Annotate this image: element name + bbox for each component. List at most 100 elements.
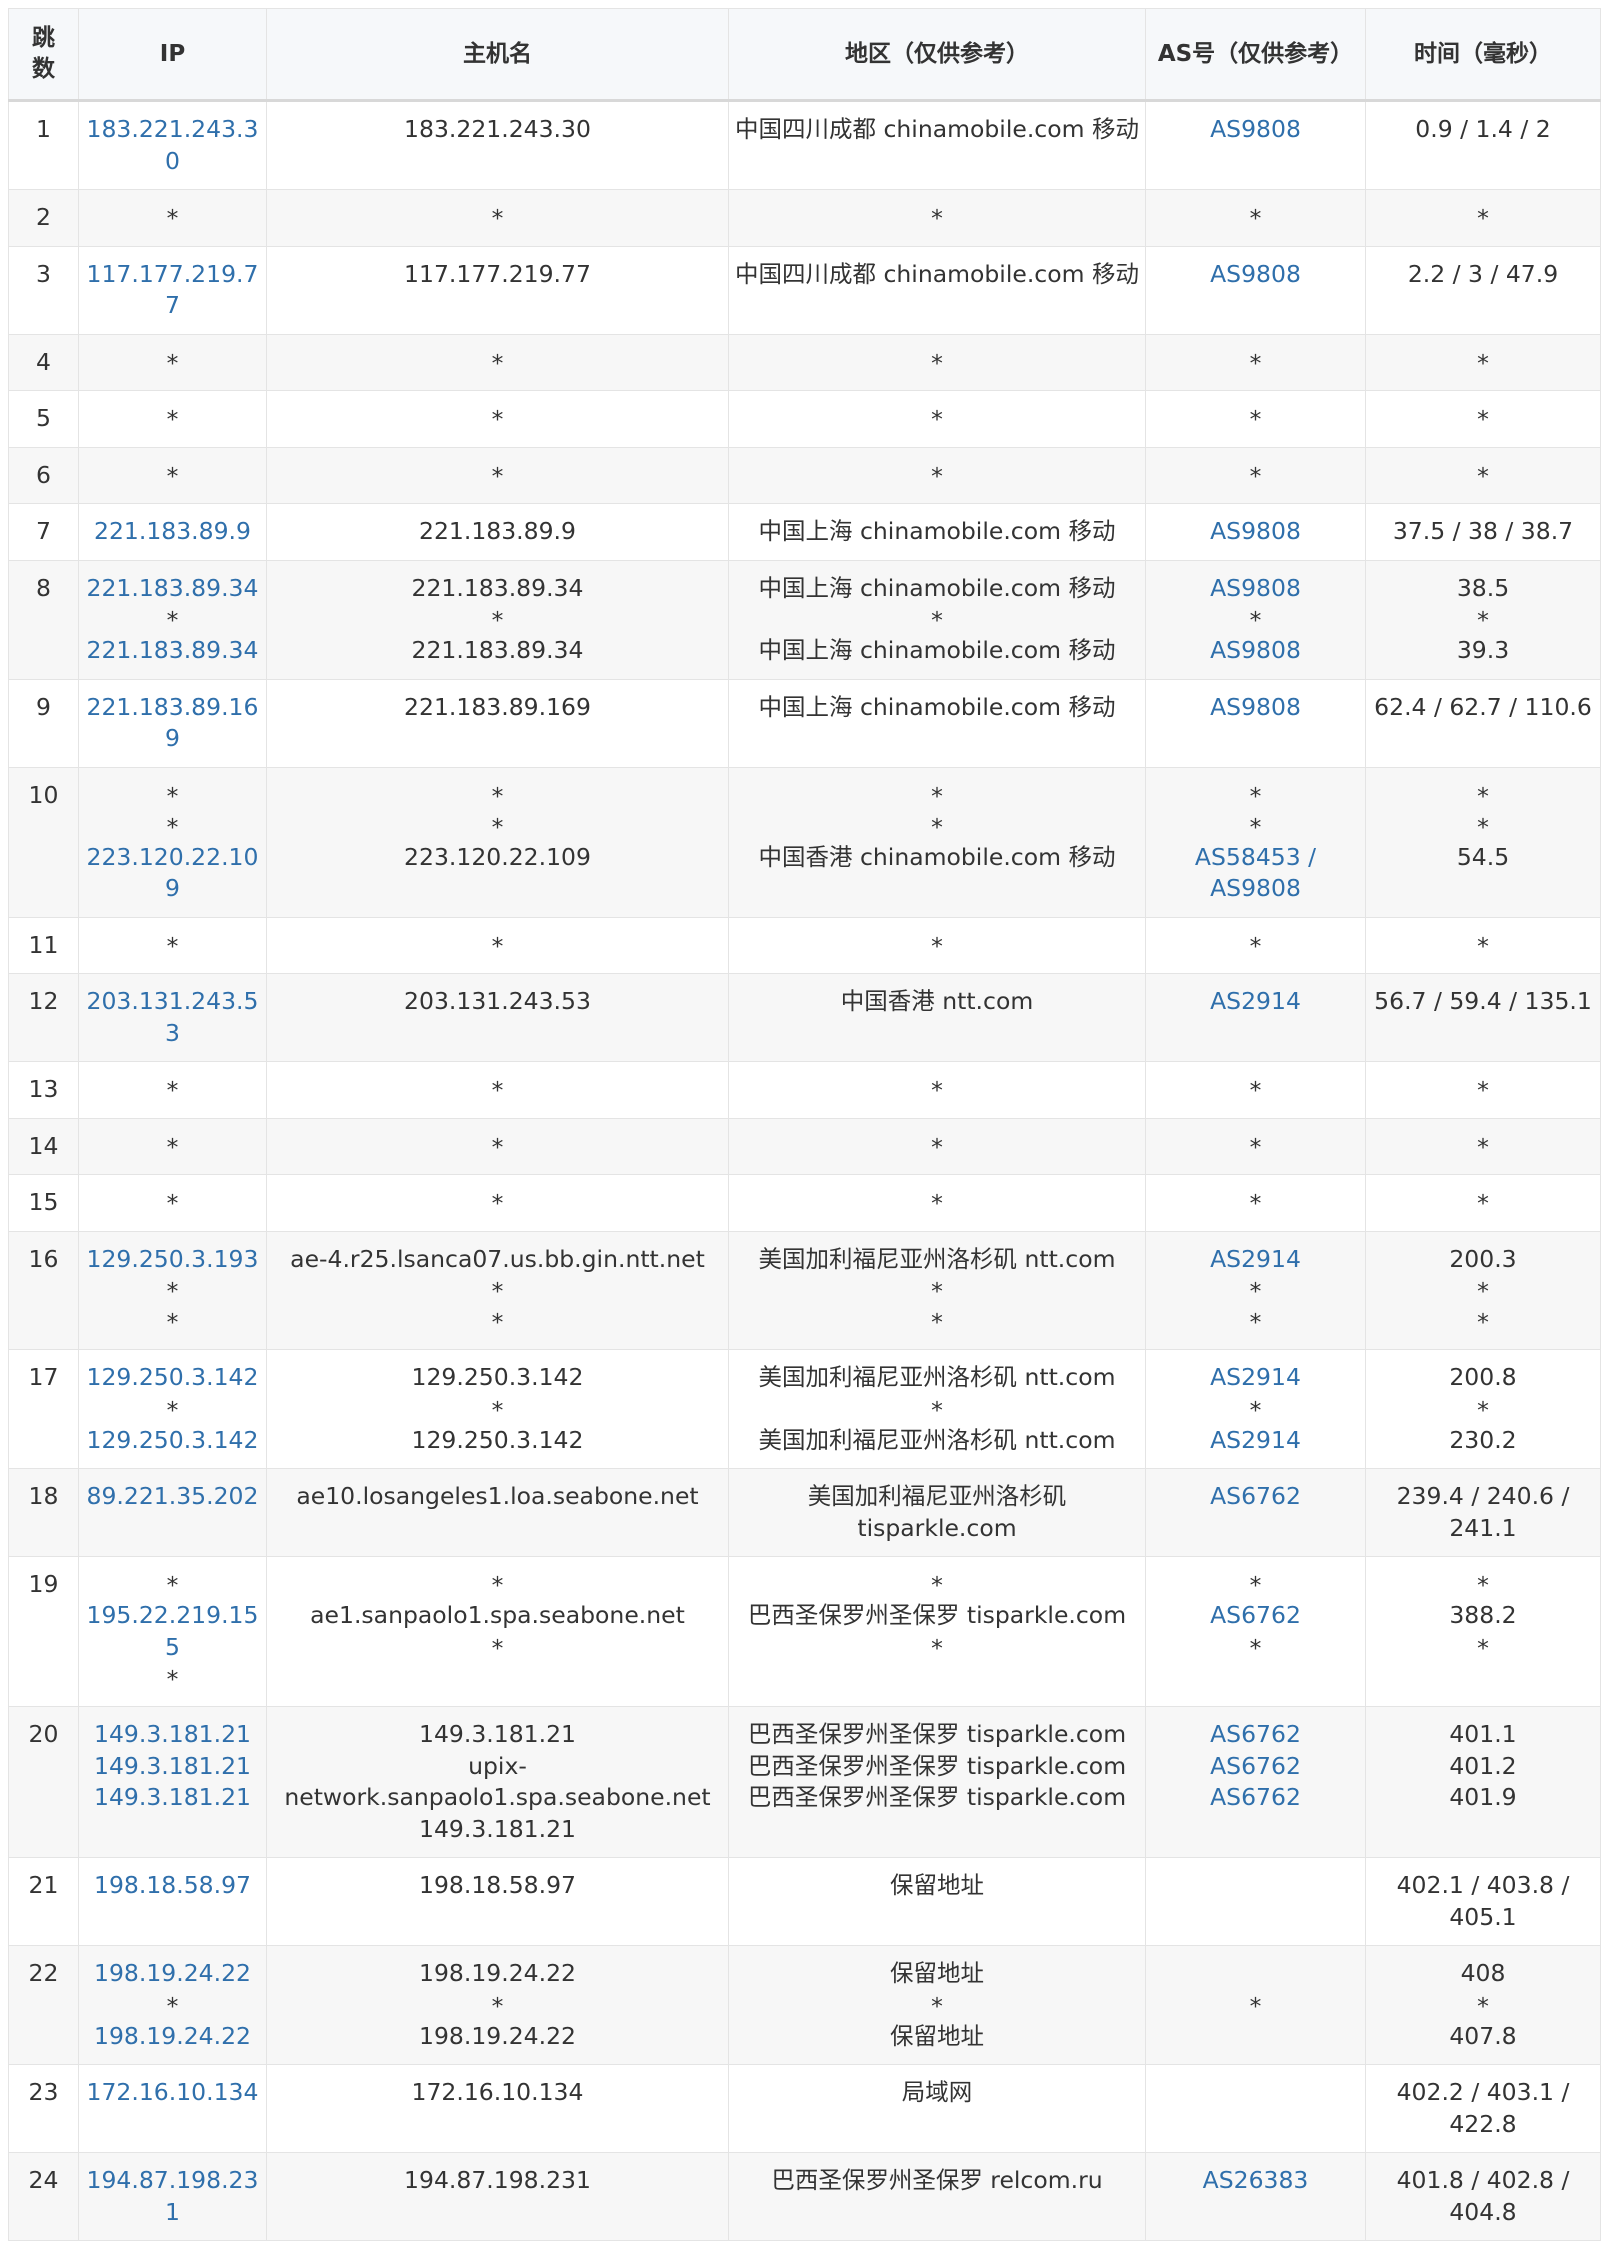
as-number-link[interactable]: AS6762 bbox=[1150, 1600, 1361, 1632]
as-number-link[interactable]: AS6762 bbox=[1150, 1719, 1361, 1751]
ip-address-link[interactable]: 129.250.3.142 bbox=[83, 1425, 262, 1457]
hop-cell: 18 bbox=[8, 1468, 79, 1557]
ip-address-link[interactable]: 221.183.89.34 bbox=[83, 573, 262, 605]
as-number-link[interactable]: AS9808 bbox=[1150, 692, 1361, 724]
as-number-cell: * bbox=[1145, 1117, 1366, 1175]
hostname-cell: ae-4.r25.lsanca07.us.bb.gin.ntt.net * * bbox=[266, 1230, 729, 1350]
as-number-link[interactable]: AS9808 bbox=[1150, 573, 1361, 605]
hostname-text: upix-network.sanpaolo1.spa.seabone.net bbox=[284, 1751, 711, 1812]
ip-address-cell: 221.183.89.169 bbox=[78, 678, 267, 768]
ip-address-link[interactable]: 149.3.181.21 bbox=[83, 1719, 262, 1751]
hop-number: 5 bbox=[36, 404, 51, 432]
hop-number: 3 bbox=[36, 259, 51, 288]
ip-address-link[interactable]: 198.18.58.97 bbox=[83, 1870, 262, 1902]
as-number-link[interactable]: AS6762 bbox=[1150, 1751, 1361, 1783]
as-number-text: * bbox=[1249, 1189, 1262, 1217]
hostname-text: ae1.sanpaolo1.spa.seabone.net bbox=[310, 1601, 685, 1629]
as-number-cell: AS26383 bbox=[1145, 2152, 1366, 2241]
ip-address-link[interactable]: 223.120.22.109 bbox=[83, 842, 262, 905]
ip-address-link[interactable]: 198.19.24.22 bbox=[83, 2021, 262, 2053]
ip-address-link[interactable]: 129.250.3.142 bbox=[83, 1362, 262, 1394]
latency-text: * bbox=[1477, 461, 1489, 490]
hop-cell: 1 bbox=[8, 100, 79, 190]
as-number-link[interactable]: AS2914 bbox=[1150, 986, 1361, 1018]
hostname-cell: 117.177.219.77 bbox=[266, 245, 729, 335]
ip-address-link[interactable]: 221.183.89.9 bbox=[83, 516, 262, 548]
ip-address-text: * bbox=[166, 1395, 179, 1424]
as-number-link[interactable]: AS2914 bbox=[1150, 1362, 1361, 1394]
latency-cell: 200.3 * * bbox=[1365, 1230, 1601, 1350]
as-number-link[interactable]: AS9808 bbox=[1150, 635, 1361, 667]
latency-text: * bbox=[1477, 405, 1489, 433]
hostname-cell: * bbox=[266, 189, 729, 247]
latency-cell: 401.1 401.2 401.9 bbox=[1365, 1706, 1601, 1858]
ip-address-cell: 149.3.181.21 149.3.181.21 149.3.181.21 bbox=[78, 1706, 267, 1858]
ip-address-cell: 194.87.198.231 bbox=[78, 2152, 267, 2241]
as-number-link[interactable]: AS58453 / AS9808 bbox=[1150, 842, 1361, 905]
hop-cell: 20 bbox=[8, 1706, 79, 1858]
ip-address-cell: * bbox=[78, 189, 267, 247]
hop-number: 2 bbox=[36, 203, 51, 231]
ip-address-link[interactable]: 183.221.243.30 bbox=[83, 114, 262, 177]
hostname-text: 203.131.243.53 bbox=[404, 987, 591, 1015]
region-text: * bbox=[931, 405, 943, 433]
hostname-text: * bbox=[491, 348, 504, 377]
latency-cell: * bbox=[1365, 390, 1601, 448]
hop-cell: 11 bbox=[8, 916, 79, 974]
ip-address-link[interactable]: 117.177.219.77 bbox=[83, 259, 262, 322]
hop-number: 17 bbox=[28, 1363, 59, 1391]
as-number-link[interactable]: AS9808 bbox=[1150, 114, 1361, 146]
hop-number: 6 bbox=[36, 460, 51, 489]
ip-address-link[interactable]: 221.183.89.169 bbox=[83, 692, 262, 755]
as-number-link[interactable]: AS26383 bbox=[1150, 2165, 1361, 2197]
as-number-cell: * bbox=[1145, 1061, 1366, 1119]
hostname-cell: * * 223.120.22.109 bbox=[266, 766, 729, 918]
ip-address-link[interactable]: 129.250.3.193 bbox=[83, 1244, 262, 1276]
ip-address-link[interactable]: 149.3.181.21 bbox=[83, 1782, 262, 1814]
as-number-cell: * bbox=[1145, 1174, 1366, 1232]
ip-address-link[interactable]: 203.131.243.53 bbox=[83, 986, 262, 1049]
latency-cell: * bbox=[1365, 446, 1601, 504]
hop-number: 24 bbox=[28, 2166, 59, 2194]
ip-address-link[interactable]: 221.183.89.34 bbox=[83, 635, 262, 667]
ip-address-text: * bbox=[166, 1189, 179, 1217]
region-text: * bbox=[931, 1277, 943, 1305]
hostname-text: * bbox=[491, 812, 504, 841]
hostname-cell: * ae1.sanpaolo1.spa.seabone.net * bbox=[266, 1556, 729, 1707]
region-cell: * bbox=[728, 333, 1146, 391]
as-number-link[interactable]: AS6762 bbox=[1150, 1481, 1361, 1513]
ip-address-link[interactable]: 172.16.10.134 bbox=[83, 2077, 262, 2109]
region-text: * bbox=[931, 1633, 943, 1662]
ip-address-link[interactable]: 195.22.219.155 bbox=[83, 1600, 262, 1663]
hostname-cell: * bbox=[266, 1117, 729, 1175]
ip-address-link[interactable]: 89.221.35.202 bbox=[83, 1481, 262, 1513]
header-region: 地区（仅供参考） bbox=[728, 8, 1146, 102]
table-row: 4 * * * * * bbox=[8, 333, 1601, 391]
ip-address-link[interactable]: 198.19.24.22 bbox=[83, 1958, 262, 1990]
ip-address-link[interactable]: 149.3.181.21 bbox=[83, 1751, 262, 1783]
hop-cell: 13 bbox=[8, 1061, 79, 1119]
region-text: 保留地址 bbox=[890, 1871, 984, 1899]
latency-text: 230.2 bbox=[1449, 1425, 1517, 1454]
as-number-link[interactable]: AS2914 bbox=[1150, 1244, 1361, 1276]
as-number-text: * bbox=[1249, 1132, 1262, 1161]
hostname-text: 198.18.58.97 bbox=[419, 1871, 576, 1899]
hostname-cell: * bbox=[266, 1174, 729, 1232]
latency-text: * bbox=[1477, 1991, 1489, 2020]
as-number-link[interactable]: AS9808 bbox=[1150, 516, 1361, 548]
table-row: 22 198.19.24.22 * 198.19.24.22 198.19.24.22 *… bbox=[8, 1945, 1601, 2065]
table-row: 17 129.250.3.142 * 129.250.3.142 129.250.3.1… bbox=[8, 1349, 1601, 1469]
hostname-text: ae-4.r25.lsanca07.us.bb.gin.ntt.net bbox=[290, 1244, 705, 1273]
ip-address-link[interactable]: 194.87.198.231 bbox=[83, 2165, 262, 2228]
ip-address-text: * bbox=[166, 1991, 179, 2020]
as-number-link[interactable]: AS2914 bbox=[1150, 1425, 1361, 1457]
hop-number: 10 bbox=[28, 780, 59, 809]
region-text: 中国香港 ntt.com bbox=[840, 987, 1034, 1015]
as-number-cell: AS6762 AS6762 AS6762 bbox=[1145, 1706, 1366, 1858]
as-number-link[interactable]: AS6762 bbox=[1150, 1782, 1361, 1814]
ip-address-cell: 172.16.10.134 bbox=[78, 2064, 267, 2153]
hostname-text: 221.183.89.34 bbox=[411, 636, 584, 664]
region-text: 巴西圣保罗州圣保罗 tisparkle.com bbox=[747, 1720, 1127, 1748]
region-text: 美国加利福尼亚州洛杉矶 ntt.com bbox=[758, 1363, 1116, 1391]
as-number-link[interactable]: AS9808 bbox=[1150, 259, 1361, 291]
